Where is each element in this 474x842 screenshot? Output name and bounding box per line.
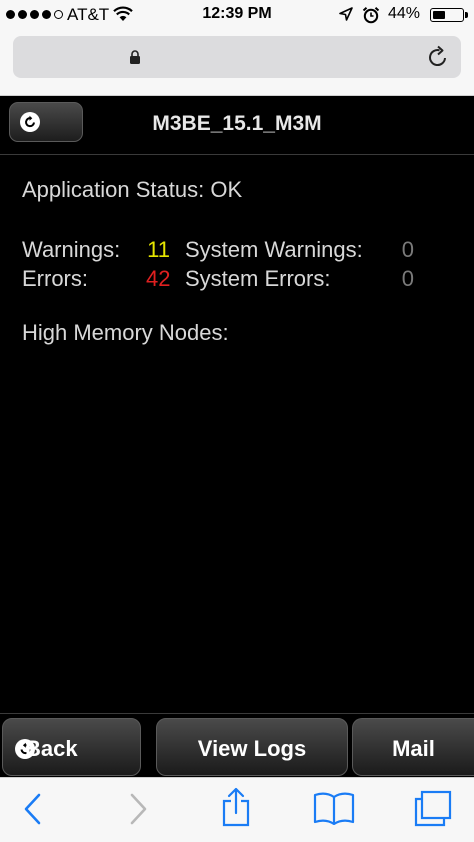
url-bar[interactable] [13, 36, 461, 78]
safari-toolbar [0, 777, 474, 842]
application-status-label: Application Status: [22, 177, 205, 202]
battery-percent: 44% [388, 5, 421, 22]
view-logs-button-label: View Logs [197, 736, 307, 761]
system-errors-count: 0 [401, 266, 414, 291]
system-errors-label: System Errors: [185, 266, 331, 291]
app-footer: Back View Logs Mail [0, 713, 474, 777]
mail-button-label: Mail [392, 736, 435, 761]
back-button-label: Back [25, 736, 78, 761]
warnings-row: Warnings: 11 System Warnings: 0 [22, 237, 452, 265]
browser-chrome-top: AT&T 12:39 PM 44% [0, 0, 474, 96]
application-status: Application Status: OK [22, 177, 242, 203]
bookmarks-icon[interactable] [313, 791, 355, 825]
high-memory-nodes-label: High Memory Nodes: [22, 320, 229, 345]
forward-chevron-icon[interactable] [127, 792, 149, 826]
reload-icon[interactable] [427, 45, 449, 69]
battery-icon [430, 8, 468, 22]
app-header: M3BE_15.1_M3M [0, 96, 474, 155]
tabs-icon[interactable] [413, 790, 453, 828]
mail-button[interactable]: Mail [352, 718, 474, 776]
alarm-clock-icon [362, 7, 380, 24]
system-warnings-label: System Warnings: [185, 237, 363, 262]
view-logs-button[interactable]: View Logs [156, 718, 348, 776]
warnings-label: Warnings: [22, 237, 121, 262]
back-chevron-icon[interactable] [22, 792, 44, 826]
application-status-value: OK [210, 177, 243, 202]
lock-icon [130, 50, 140, 64]
errors-label: Errors: [22, 266, 88, 291]
status-bar: AT&T 12:39 PM 44% [0, 0, 474, 30]
location-arrow-icon [339, 7, 353, 21]
share-icon[interactable] [220, 787, 252, 827]
errors-row: Errors: 42 System Errors: 0 [22, 266, 452, 294]
errors-count: 42 [146, 266, 171, 291]
back-button[interactable]: Back [2, 718, 141, 776]
system-warnings-count: 0 [401, 237, 414, 262]
page-title: M3BE_15.1_M3M [152, 112, 322, 135]
warnings-count: 11 [147, 237, 170, 262]
